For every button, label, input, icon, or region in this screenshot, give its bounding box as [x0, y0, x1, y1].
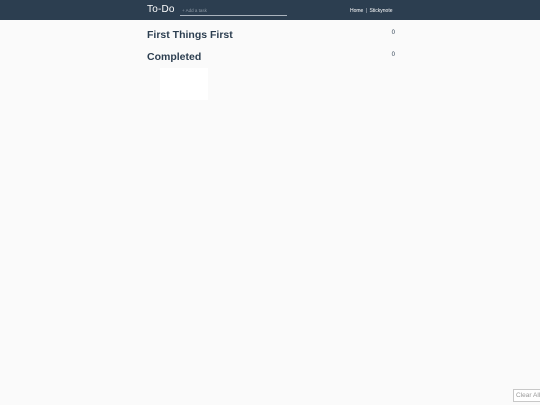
nav-separator: |	[365, 8, 368, 14]
app-title: To-Do	[147, 4, 175, 15]
completed-heading: Completed	[147, 51, 202, 63]
completed-section: Completed 0	[147, 51, 397, 65]
add-task-input[interactable]	[180, 5, 287, 16]
clear-all-button[interactable]: Clear All	[513, 389, 540, 402]
first-things-first-heading: First Things First	[147, 29, 233, 41]
completed-count: 0	[391, 52, 395, 58]
top-nav-links: Home | Stickynote	[350, 8, 393, 14]
first-things-first-section: First Things First 0	[147, 29, 397, 43]
home-link[interactable]: Home	[350, 8, 363, 14]
stickynote-link[interactable]: Stickynote	[369, 8, 392, 14]
task-list-area	[160, 68, 208, 100]
top-navbar: To-Do Home | Stickynote	[0, 0, 540, 20]
first-things-first-count: 0	[391, 30, 395, 36]
